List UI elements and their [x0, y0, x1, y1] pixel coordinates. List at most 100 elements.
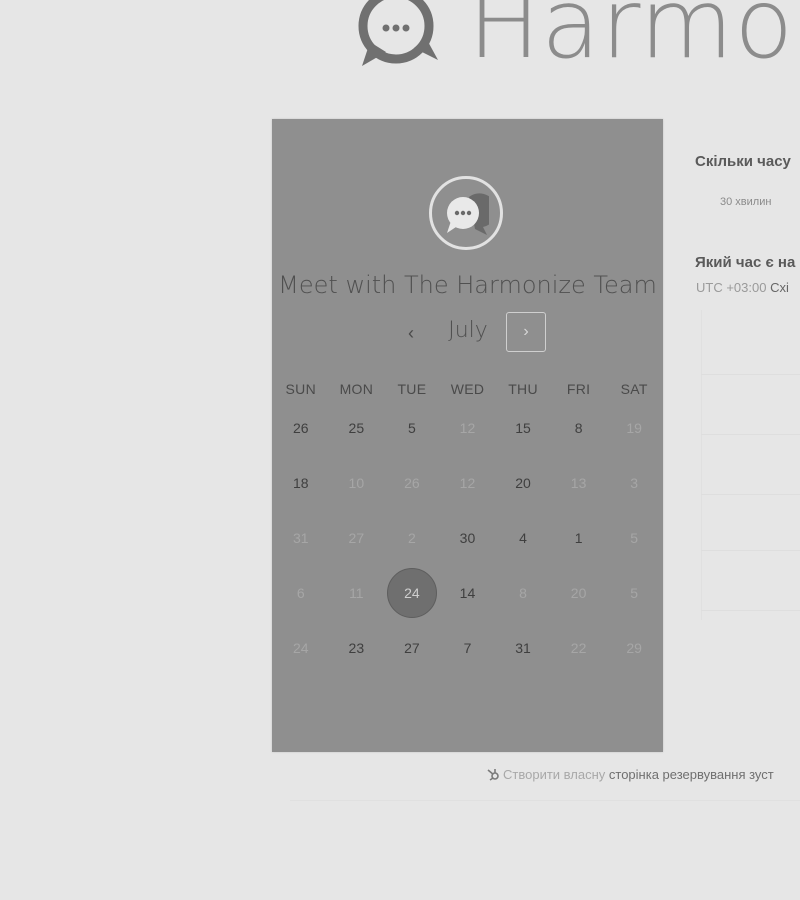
calendar-day[interactable]: 1: [551, 510, 607, 565]
calendar-day[interactable]: 15: [495, 400, 551, 455]
calendar-day: 10: [329, 455, 385, 510]
weekday-label: SUN: [285, 381, 317, 397]
create-own-link[interactable]: Створити власну: [503, 767, 605, 782]
calendar-day: 24: [273, 620, 329, 675]
calendar-week-row: 31 27 2 30 4 1 5: [273, 510, 662, 565]
calendar-day: 12: [440, 400, 496, 455]
calendar-day-number: 20: [515, 474, 531, 491]
weekday-label: WED: [450, 381, 485, 397]
timezone-name: Схі: [770, 280, 789, 295]
chat-bubble-icon: [447, 193, 489, 235]
calendar-card: Meet with The Harmonize Team ‹ July › SU…: [272, 119, 663, 752]
calendar-day: 22: [551, 620, 607, 675]
calendar-day-number: 20: [570, 584, 587, 601]
calendar-day-number: 1: [574, 529, 583, 546]
calendar-day[interactable]: 8: [551, 400, 607, 455]
calendar-day: 19: [606, 400, 662, 455]
booking-page-text: сторінка резервування зуст: [608, 767, 774, 782]
calendar-day-number: 12: [459, 474, 476, 491]
duration-option[interactable]: 30 хвилин: [720, 196, 771, 208]
time-question: Який час є на: [695, 254, 796, 271]
calendar-day-number: 31: [292, 529, 309, 546]
calendar-day[interactable]: 27: [384, 620, 440, 675]
calendar-day-number: 30: [459, 529, 476, 546]
month-label: July: [448, 318, 488, 343]
calendar-day: 2: [384, 510, 440, 565]
calendar-day-number: 5: [630, 584, 639, 601]
calendar-day: 29: [606, 620, 662, 675]
time-slot-divider: [701, 610, 800, 611]
calendar-day-selected[interactable]: 24: [384, 565, 440, 620]
calendar-day[interactable]: 30: [440, 510, 496, 565]
team-avatar: [429, 176, 503, 250]
month-navigation: ‹ July ›: [272, 312, 663, 356]
time-slot-divider: [701, 494, 800, 495]
calendar-day-number: 8: [519, 584, 527, 601]
calendar-day-number: 26: [404, 474, 420, 491]
time-slot-divider: [701, 434, 800, 435]
brand-name: Harmor: [468, 0, 800, 80]
calendar-day-number: 31: [515, 639, 531, 656]
meeting-title: Meet with The Harmonize Team: [278, 271, 657, 299]
weekday-label: THU: [508, 381, 538, 397]
calendar-grid: 26 25 5 12 15 8 19 18 10 26 12 20 13 3 31 27 2 30 4 1 5 6 11 24…: [273, 400, 662, 675]
calendar-day: 5: [606, 565, 662, 620]
hubspot-sprocket-icon: [487, 769, 499, 781]
calendar-day-number: 24: [292, 639, 309, 656]
calendar-day-number: 8: [574, 419, 583, 436]
prev-month-button[interactable]: ‹: [396, 317, 426, 349]
timezone-offset: UTC +03:00: [696, 280, 767, 295]
calendar-day[interactable]: 18: [273, 455, 329, 510]
calendar-day-number: 12: [459, 419, 476, 436]
calendar-day[interactable]: 25: [329, 400, 385, 455]
calendar-day-number: 22: [570, 639, 587, 656]
timezone-selector[interactable]: UTC +03:00 Схі: [696, 280, 789, 295]
calendar-week-row: 18 10 26 12 20 13 3: [273, 455, 662, 510]
calendar-day[interactable]: 26: [273, 400, 329, 455]
weekday-label: SAT: [620, 381, 648, 397]
weekday-label: FRI: [566, 381, 591, 397]
time-slot-divider: [701, 550, 800, 551]
footer-divider: [290, 800, 800, 801]
calendar-day: 27: [329, 510, 385, 565]
calendar-day[interactable]: 23: [329, 620, 385, 675]
footer-branding: Створити власну сторінка резервування зу…: [486, 767, 774, 782]
calendar-day-number: 10: [348, 474, 365, 491]
calendar-day-number: 25: [348, 419, 365, 436]
calendar-week-row: 6 11 24 14 8 20 5: [273, 565, 662, 620]
calendar-day: 3: [606, 455, 662, 510]
weekday-header: SUN MON TUE WED THU FRI SAT: [273, 381, 662, 397]
calendar-day: 31: [273, 510, 329, 565]
calendar-day-number: 23: [348, 639, 365, 656]
calendar-day: 26: [384, 455, 440, 510]
calendar-day[interactable]: 4: [495, 510, 551, 565]
calendar-week-row: 24 23 27 7 31 22 29: [273, 620, 662, 675]
calendar-day-number: 14: [459, 584, 476, 601]
calendar-day[interactable]: 14: [440, 565, 496, 620]
calendar-day-number: 15: [515, 419, 531, 436]
duration-question: Скільки часу: [695, 153, 791, 170]
calendar-day: 20: [551, 565, 607, 620]
calendar-day-number: 5: [408, 419, 416, 436]
calendar-day[interactable]: 20: [495, 455, 551, 510]
calendar-day: 5: [606, 510, 662, 565]
booking-options-panel: Скільки часу 30 хвилин Який час є на UTC…: [695, 150, 800, 620]
calendar-day-number: 18: [292, 474, 309, 491]
calendar-day: 8: [495, 565, 551, 620]
calendar-day-number: 24: [404, 584, 420, 601]
calendar-day[interactable]: 7: [440, 620, 496, 675]
calendar-day: 11: [329, 565, 385, 620]
calendar-day-number: 7: [463, 639, 472, 656]
next-month-button[interactable]: ›: [506, 312, 546, 352]
calendar-day-number: 26: [292, 419, 309, 436]
calendar-day[interactable]: 31: [495, 620, 551, 675]
calendar-day-number: 13: [570, 474, 587, 491]
calendar-week-row: 26 25 5 12 15 8 19: [273, 400, 662, 455]
calendar-day-number: 11: [349, 584, 364, 601]
calendar-day-number: 27: [348, 529, 365, 546]
calendar-day[interactable]: 5: [384, 400, 440, 455]
calendar-day-number: 4: [519, 529, 527, 546]
calendar-day-number: 2: [408, 529, 416, 546]
time-slot-divider: [701, 310, 702, 620]
calendar-day-number: 5: [630, 529, 639, 546]
